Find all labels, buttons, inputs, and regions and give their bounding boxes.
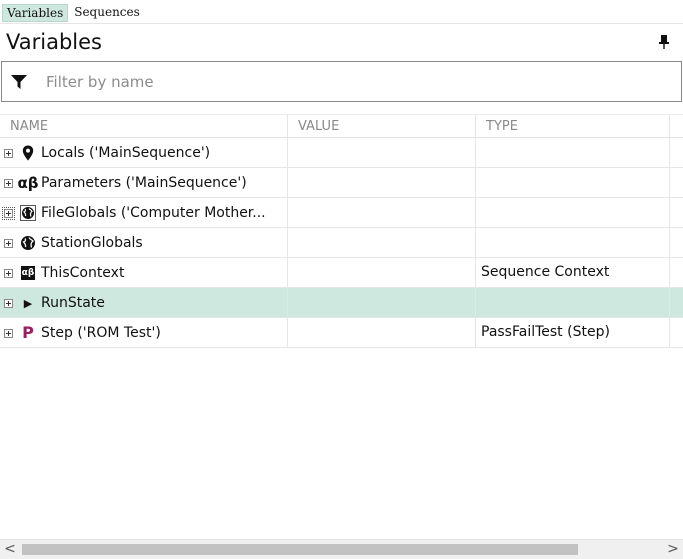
table-row[interactable]: Locals ('MainSequence')	[0, 138, 683, 168]
row-type	[476, 198, 670, 228]
row-type: Sequence Context	[476, 258, 670, 288]
table-row[interactable]: StationGlobals	[0, 228, 683, 258]
expand-icon[interactable]	[4, 298, 13, 308]
row-name: Locals ('MainSequence')	[41, 144, 211, 161]
play-icon: ▶	[23, 296, 33, 310]
row-value	[288, 318, 476, 348]
expand-icon[interactable]	[4, 328, 13, 338]
grid-header: NAME VALUE TYPE	[0, 114, 683, 139]
location-pin-icon	[20, 145, 36, 161]
row-type	[476, 168, 670, 198]
tab-variables[interactable]: Variables	[2, 4, 69, 22]
row-value	[288, 258, 476, 288]
step-p-icon: P	[22, 323, 34, 342]
scroll-left-icon[interactable]: <	[0, 540, 20, 559]
horizontal-scrollbar[interactable]: < >	[0, 539, 683, 559]
row-value	[288, 168, 476, 198]
tab-strip: Variables Sequences	[0, 0, 683, 24]
globe-icon	[20, 235, 36, 251]
filter-input[interactable]	[44, 71, 644, 92]
filter-box[interactable]	[1, 61, 682, 102]
table-row[interactable]: FileGlobals ('Computer Mother...	[0, 198, 683, 228]
filter-icon	[10, 73, 28, 91]
scroll-right-icon[interactable]: >	[663, 540, 683, 559]
row-name: StationGlobals	[41, 234, 143, 251]
expand-icon[interactable]	[2, 206, 15, 220]
scrollbar-thumb[interactable]	[22, 544, 578, 555]
row-value	[288, 288, 476, 318]
row-name: RunState	[41, 294, 105, 311]
pin-icon[interactable]	[657, 34, 671, 50]
expand-icon[interactable]	[4, 178, 13, 188]
row-name: Step ('ROM Test')	[41, 324, 161, 341]
column-header-type[interactable]: TYPE	[476, 115, 670, 139]
row-name: FileGlobals ('Computer Mother...	[41, 204, 266, 221]
column-header-extra[interactable]	[670, 115, 683, 139]
row-value	[288, 138, 476, 168]
row-type	[476, 288, 670, 318]
tab-sequences[interactable]: Sequences	[70, 4, 144, 22]
variables-grid: NAME VALUE TYPE Locals ('MainSequence') …	[0, 114, 683, 539]
globe-icon	[20, 205, 36, 221]
expand-icon[interactable]	[4, 268, 13, 278]
panel-title: Variables	[6, 30, 102, 54]
column-header-name[interactable]: NAME	[0, 115, 288, 139]
row-name: Parameters ('MainSequence')	[41, 174, 247, 191]
expand-icon[interactable]	[4, 148, 13, 158]
table-row[interactable]: P Step ('ROM Test') PassFailTest (Step)	[0, 318, 683, 348]
context-icon: αβ	[21, 266, 35, 280]
table-row-selected[interactable]: ▶ RunState	[0, 288, 683, 318]
panel-header: Variables	[0, 24, 683, 60]
row-type: PassFailTest (Step)	[476, 318, 670, 348]
row-value	[288, 228, 476, 258]
table-row[interactable]: αβ Parameters ('MainSequence')	[0, 168, 683, 198]
table-row[interactable]: αβ ThisContext Sequence Context	[0, 258, 683, 288]
alpha-beta-icon: αβ	[17, 174, 39, 192]
row-type	[476, 138, 670, 168]
row-value	[288, 198, 476, 228]
row-name: ThisContext	[41, 264, 125, 281]
column-header-value[interactable]: VALUE	[288, 115, 476, 139]
row-type	[476, 228, 670, 258]
expand-icon[interactable]	[4, 238, 13, 248]
